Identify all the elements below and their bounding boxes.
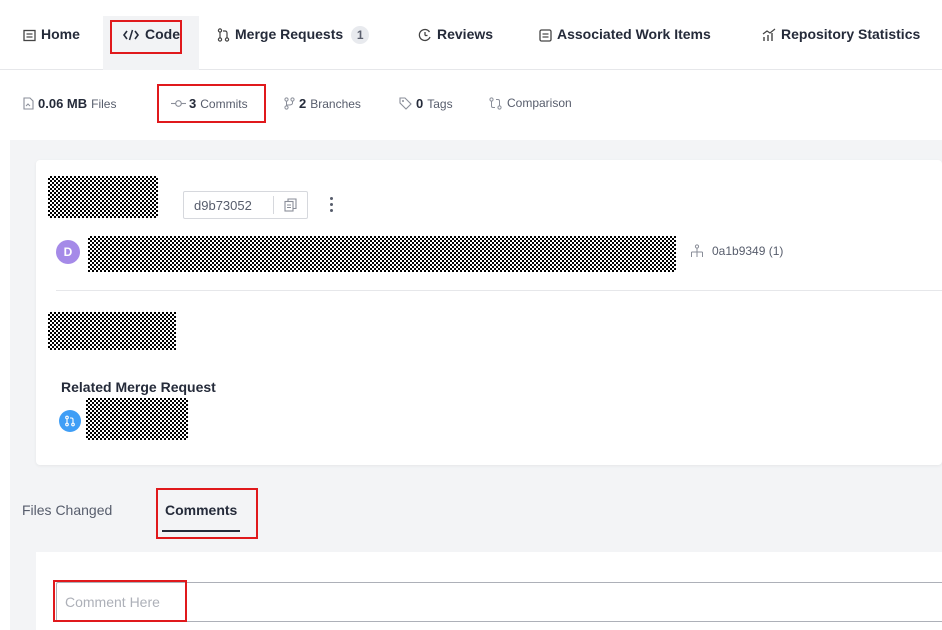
stat-comparison[interactable]: Comparison	[486, 96, 572, 110]
file-icon	[22, 97, 35, 110]
highlight-box-comment-input	[53, 580, 187, 622]
stat-files-value: 0.06 MB	[38, 96, 88, 111]
work-items-icon	[538, 28, 552, 42]
nav-reviews[interactable]: Reviews	[418, 26, 493, 66]
nav-associated-work-items[interactable]: Associated Work Items	[538, 26, 711, 66]
stat-comparison-label: Comparison	[507, 96, 572, 110]
stat-files[interactable]: 0.06 MB Files	[22, 96, 116, 111]
commit-hash-box: d9b73052	[183, 191, 308, 219]
card-divider	[56, 290, 942, 291]
redacted-commit-title	[48, 176, 158, 218]
nav-home-label: Home	[41, 26, 80, 42]
home-icon	[22, 28, 36, 42]
parent-commit-ref: 0a1b9349 (1)	[712, 244, 784, 258]
nav-repo-stats-label: Repository Statistics	[781, 26, 921, 42]
related-merge-request-icon	[59, 410, 81, 432]
highlight-box-commits	[157, 84, 266, 123]
author-avatar[interactable]: D	[56, 240, 80, 264]
redacted-commit-body	[48, 312, 176, 350]
nav-home[interactable]: Home	[22, 26, 80, 66]
nav-merge-requests-label: Merge Requests	[235, 26, 344, 42]
stat-tags-label: Tags	[427, 96, 453, 111]
highlight-box-code	[110, 20, 182, 54]
stat-files-label: Files	[91, 96, 117, 111]
comment-input[interactable]	[56, 582, 942, 622]
merge-requests-count-badge: 1	[351, 26, 370, 44]
commit-short-hash: d9b73052	[194, 197, 252, 213]
statistics-icon	[762, 28, 776, 42]
nav-reviews-label: Reviews	[437, 26, 494, 42]
stat-branches[interactable]: 2 Branches	[283, 96, 361, 111]
stat-tags[interactable]: 0 Tags	[398, 96, 453, 111]
tab-files-changed[interactable]: Files Changed	[22, 502, 112, 518]
stat-branches-label: Branches	[310, 96, 361, 111]
related-merge-request-title: Related Merge Request	[61, 379, 216, 395]
nav-merge-requests[interactable]: Merge Requests 1	[216, 26, 370, 66]
parent-commit-link[interactable]: 0a1b9349 (1)	[690, 244, 783, 258]
more-actions-button[interactable]	[326, 192, 336, 216]
parent-commit-icon	[690, 244, 704, 258]
nav-work-items-label: Associated Work Items	[557, 26, 711, 42]
copy-icon	[284, 198, 297, 212]
copy-hash-button[interactable]	[274, 192, 307, 218]
redacted-commit-message	[88, 236, 676, 272]
reviews-icon	[418, 28, 432, 42]
stat-branches-value: 2	[299, 96, 307, 111]
tag-icon	[398, 97, 413, 110]
stat-tags-value: 0	[416, 96, 424, 111]
branch-icon	[283, 97, 296, 110]
highlight-box-comments-tab	[156, 488, 258, 539]
merge-request-icon	[216, 28, 230, 42]
redacted-merge-request-link[interactable]	[86, 398, 188, 440]
comparison-icon	[486, 96, 504, 110]
nav-repository-statistics[interactable]: Repository Statistics	[762, 26, 920, 66]
